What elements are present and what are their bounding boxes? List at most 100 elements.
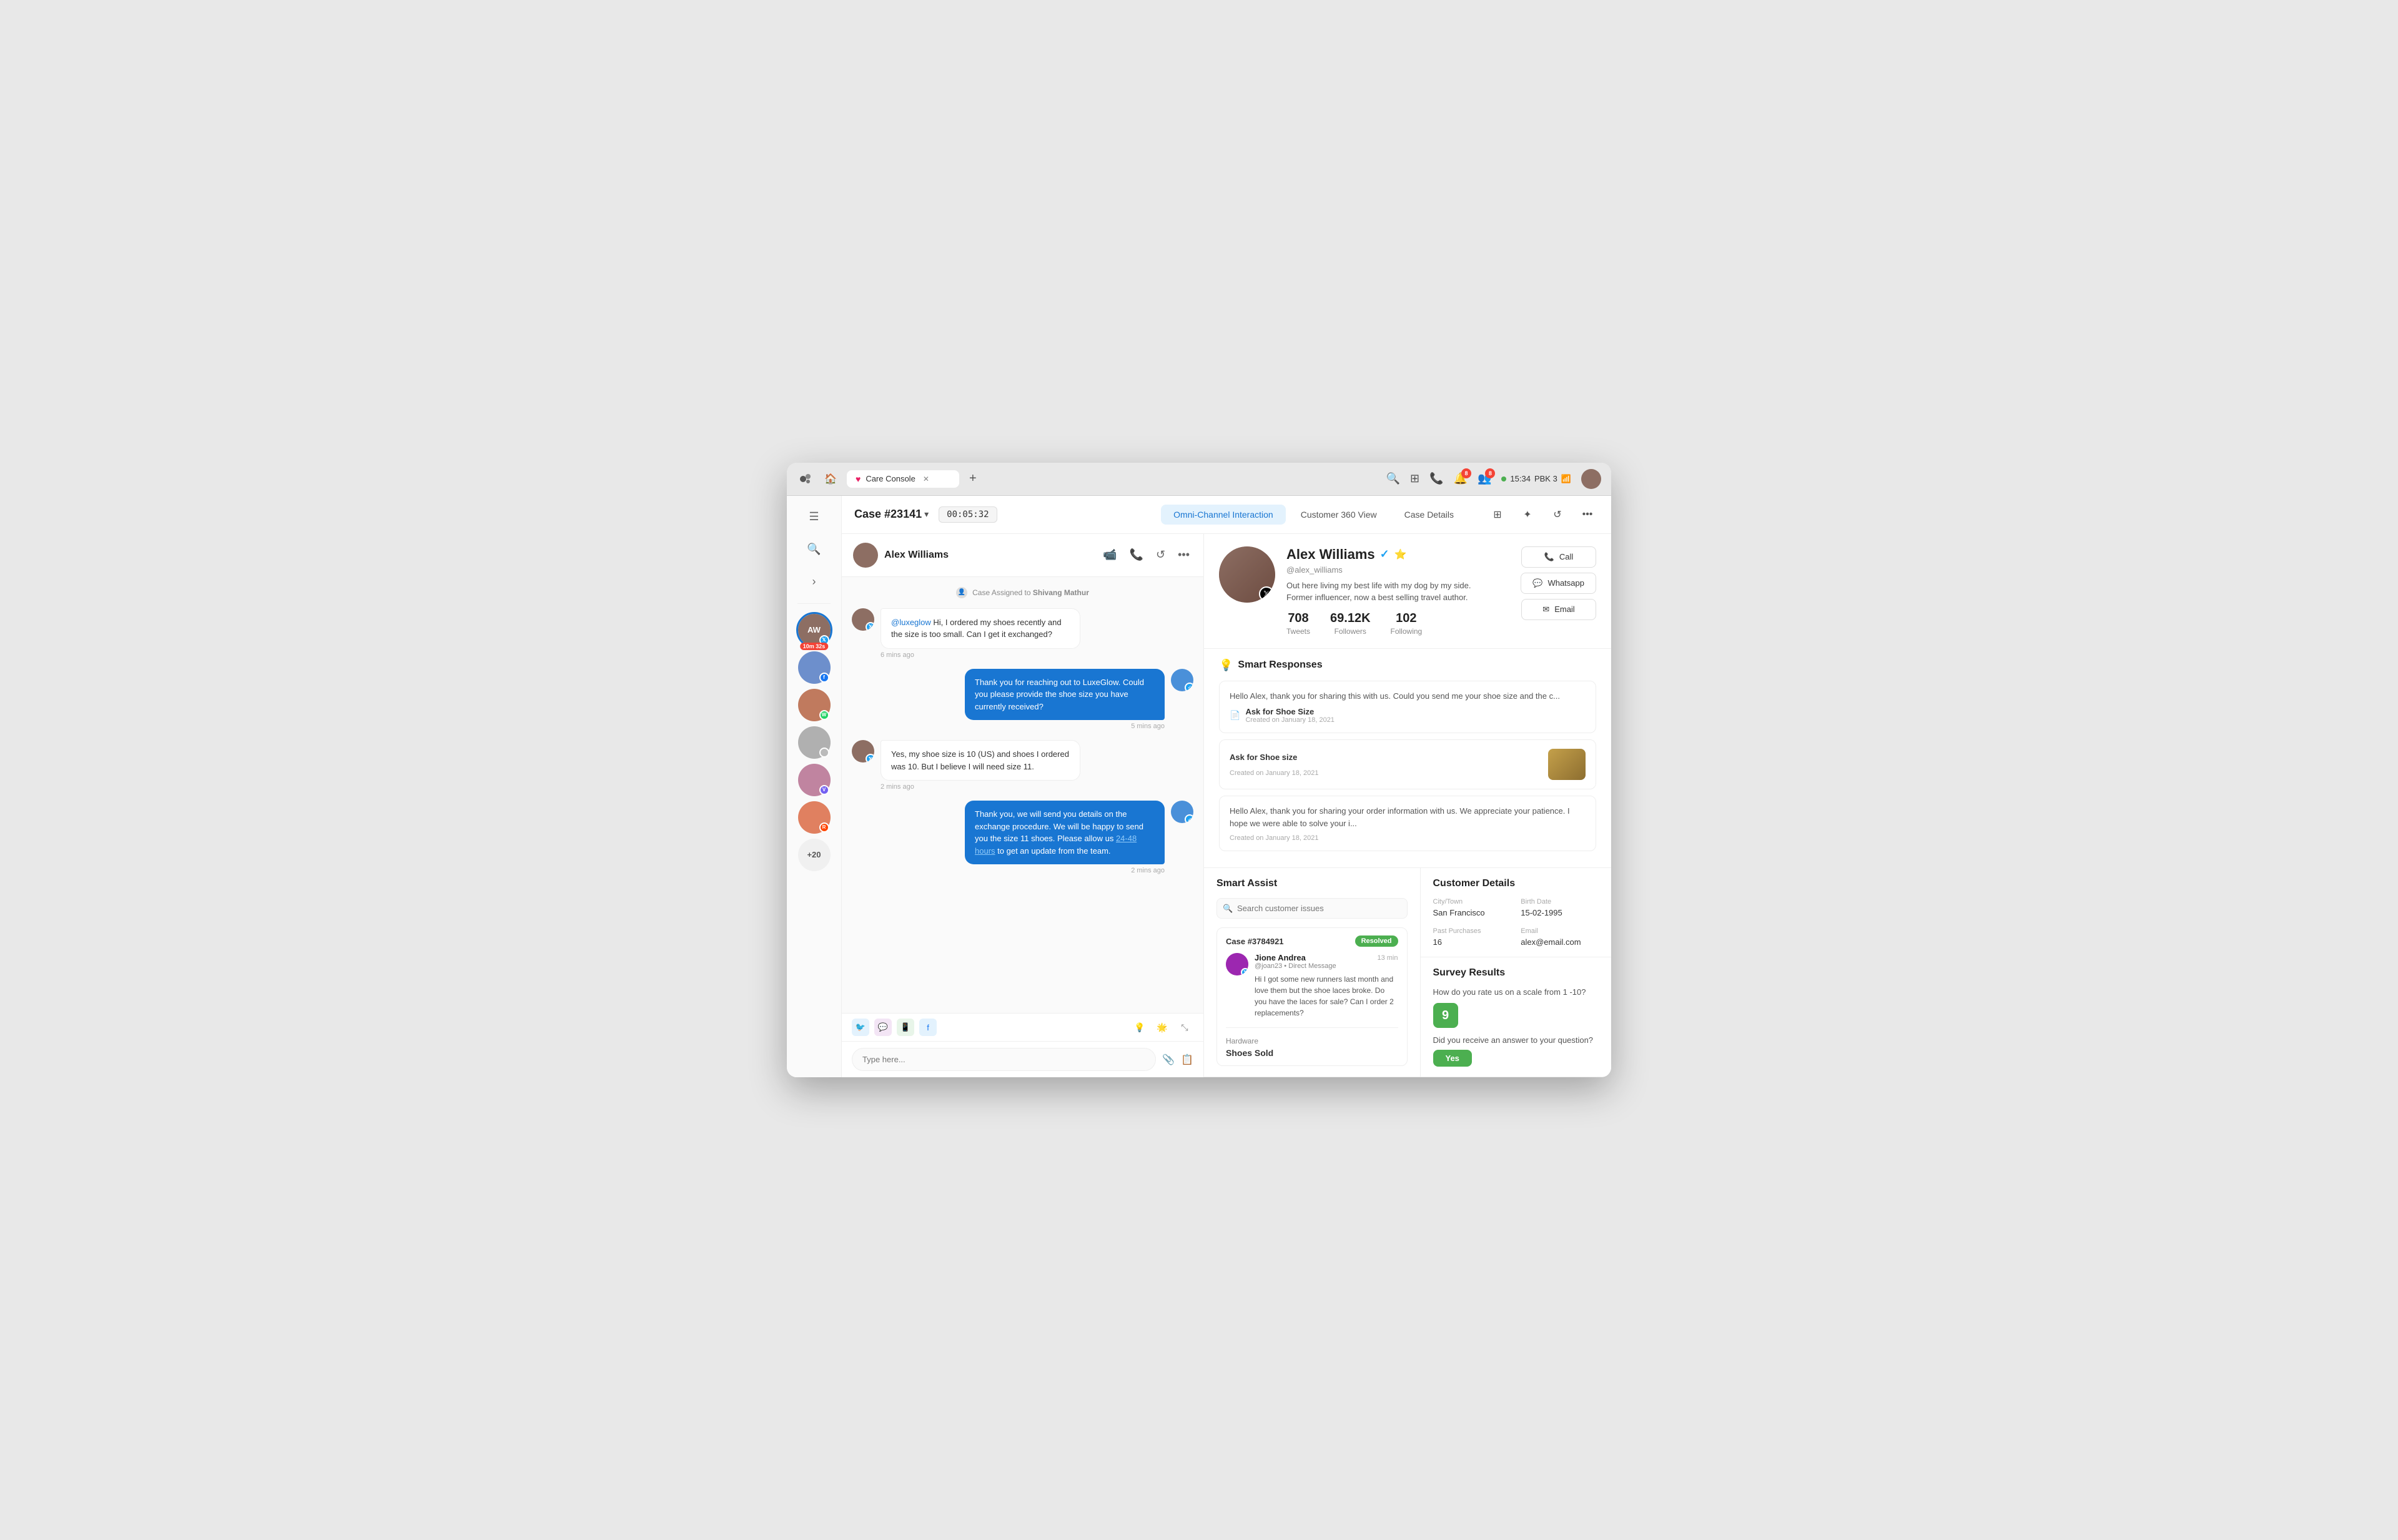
survey-section: Survey Results How do you rate us on a s…	[1421, 957, 1612, 1077]
agent-item[interactable]: AW 𝕏 10m 32s	[798, 614, 831, 646]
more-chat-button[interactable]: •••	[1175, 546, 1192, 564]
agent-avatar-msg: ✓	[1171, 669, 1193, 691]
tab-close-button[interactable]: ✕	[923, 475, 929, 483]
response-date: Created on January 18, 2021	[1230, 769, 1319, 777]
detail-email: Email alex@email.com	[1521, 927, 1599, 947]
message-row: 𝕏 Yes, my shoe size is 10 (US) and shoes…	[852, 740, 1193, 791]
chat-input-field[interactable]	[852, 1048, 1156, 1071]
case-assist-number: Case #3784921	[1226, 937, 1284, 946]
active-tab[interactable]: ♥ Care Console ✕	[847, 470, 959, 488]
message-time: 2 mins ago	[881, 783, 1080, 791]
agent-count: 8	[1485, 468, 1495, 478]
phone-icon[interactable]: 📞	[1429, 472, 1443, 485]
details-grid: City/Town San Francisco Birth Date 15-02…	[1433, 898, 1599, 947]
more-agents-button[interactable]: +20	[798, 839, 831, 871]
agent-status-icon[interactable]: 👥8	[1478, 472, 1491, 485]
city-value: San Francisco	[1433, 908, 1511, 917]
whatsapp-channel-tab[interactable]: 📱	[897, 1019, 914, 1036]
chat-header: Alex Williams 📹 📞 ↺ •••	[842, 534, 1203, 577]
whatsapp-button[interactable]: 💬 Whatsapp	[1521, 573, 1596, 594]
smart-responses-title: 💡 Smart Responses	[1219, 659, 1596, 672]
hardware-section: Hardware Shoes Sold	[1226, 1027, 1398, 1058]
menu-button[interactable]: ☰	[801, 503, 828, 531]
template-icon[interactable]: 📋	[1181, 1054, 1193, 1066]
email-button[interactable]: ✉ Email	[1521, 599, 1596, 620]
browser-actions: 🔍 ⊞ 📞 🔔8 👥8 15:34 PBK 3 📶	[1386, 469, 1601, 489]
grid-view-button[interactable]: ⊞	[1486, 503, 1509, 526]
assist-time: 13 min	[1377, 954, 1398, 962]
expand-input-button[interactable]: ⤡	[1176, 1019, 1193, 1036]
agent-id: PBK 3	[1534, 474, 1557, 483]
twitter-channel-tab[interactable]: 🐦	[852, 1019, 869, 1036]
channel-badge: 𝕏	[866, 754, 874, 763]
messenger-channel-tab[interactable]: 💬	[874, 1019, 892, 1036]
message-row: ✓ Thank you for reaching out to LuxeGlow…	[852, 669, 1193, 731]
response-image-preview	[1548, 749, 1586, 780]
tweets-count: 708	[1286, 611, 1310, 626]
bottom-panels: Smart Assist 🔍 Case #3784921 Resolved	[1204, 868, 1611, 1077]
apps-icon[interactable]: ⊞	[1410, 472, 1419, 485]
response-card[interactable]: Hello Alex, thank you for sharing your o…	[1219, 796, 1596, 851]
city-label: City/Town	[1433, 898, 1511, 906]
case-assist-header: Case #3784921 Resolved	[1226, 935, 1398, 947]
facebook-channel-tab[interactable]: f	[919, 1019, 937, 1036]
agent-item[interactable]: f	[798, 651, 831, 684]
purchases-value: 16	[1433, 937, 1511, 947]
new-tab-button[interactable]: +	[969, 471, 977, 486]
call-button[interactable]: 📞 Call	[1521, 546, 1596, 568]
tab-case-details[interactable]: Case Details	[1392, 505, 1466, 525]
message-text: Thank you for reaching out to LuxeGlow. …	[975, 678, 1144, 711]
agent-item[interactable]: W	[798, 689, 831, 721]
home-button[interactable]: 🏠	[822, 470, 839, 488]
more-options-button[interactable]: •••	[1576, 503, 1599, 526]
smart-assist-title: Smart Assist	[1216, 878, 1408, 889]
message-bubble-outgoing: Thank you for reaching out to LuxeGlow. …	[965, 669, 1165, 721]
assist-agent-avatar: 𝕏	[1226, 953, 1248, 975]
birthdate-value: 15-02-1995	[1521, 908, 1599, 917]
emoji-button[interactable]: 🌟	[1153, 1019, 1171, 1036]
birthdate-label: Birth Date	[1521, 898, 1599, 906]
video-call-button[interactable]: 📹	[1100, 546, 1119, 564]
expand-button[interactable]: ›	[801, 568, 828, 596]
message-text: Yes, my shoe size is 10 (US) and shoes I…	[891, 749, 1069, 771]
case-number-dropdown[interactable]: Case #23141 ▾	[854, 508, 929, 521]
refresh-chat-button[interactable]: ↺	[1153, 546, 1168, 564]
search-issues-input[interactable]	[1216, 898, 1408, 919]
chat-footer: 🐦 💬 📱 f 💡 🌟 ⤡ 📎 📋	[842, 1013, 1203, 1077]
voice-call-button[interactable]: 📞	[1127, 546, 1146, 564]
magic-button[interactable]: ✦	[1516, 503, 1539, 526]
response-card[interactable]: Ask for Shoe size Created on January 18,…	[1219, 739, 1596, 789]
tab-omni-channel[interactable]: Omni-Channel Interaction	[1161, 505, 1286, 525]
app-body: ☰ 🔍 › AW 𝕏 10m 32s f	[787, 496, 1611, 1078]
time-display: 15:34 PBK 3 📶	[1501, 474, 1571, 484]
status-dot	[1501, 476, 1506, 481]
main-panels: Alex Williams 📹 📞 ↺ ••• 👤 Ca	[842, 534, 1611, 1078]
notification-bell[interactable]: 🔔8	[1454, 472, 1468, 485]
survey-question-1: How do you rate us on a scale from 1 -10…	[1433, 987, 1599, 997]
response-card[interactable]: Hello Alex, thank you for sharing this w…	[1219, 681, 1596, 734]
assist-message: Hi I got some new runners last month and…	[1255, 974, 1398, 1019]
detail-purchases: Past Purchases 16	[1433, 927, 1511, 947]
agent-item[interactable]: V	[798, 764, 831, 796]
channel-indicator-viber: V	[819, 785, 829, 795]
profile-actions: 📞 Call 💬 Whatsapp ✉ Email	[1521, 546, 1596, 620]
user-avatar[interactable]	[1581, 469, 1601, 489]
resolved-badge: Resolved	[1355, 935, 1398, 947]
search-sidebar-button[interactable]: 🔍	[801, 536, 828, 563]
refresh-button[interactable]: ↺	[1546, 503, 1569, 526]
profile-name: Alex Williams ✓ ⭐	[1286, 546, 1509, 563]
search-browser-icon[interactable]: 🔍	[1386, 472, 1400, 485]
attachment-icon[interactable]: 📎	[1162, 1054, 1175, 1066]
agent-item[interactable]: R	[798, 801, 831, 834]
message-row: ✓ Thank you, we will send you details on…	[852, 801, 1193, 874]
chat-input-row: 📎 📋	[842, 1042, 1203, 1077]
tweets-stat: 708 Tweets	[1286, 611, 1310, 636]
profile-avatar: 𝕏	[1219, 546, 1275, 603]
profile-stats: 708 Tweets 69.12K Followers 102 Followin…	[1286, 611, 1509, 636]
agent-channel-badge: ✓	[1185, 814, 1193, 823]
sender-avatar: 𝕏	[852, 608, 874, 631]
smart-reply-button[interactable]: 💡	[1131, 1019, 1148, 1036]
customer-details-title: Customer Details	[1433, 878, 1599, 889]
agent-item[interactable]	[798, 726, 831, 759]
tab-customer-360[interactable]: Customer 360 View	[1288, 505, 1389, 525]
